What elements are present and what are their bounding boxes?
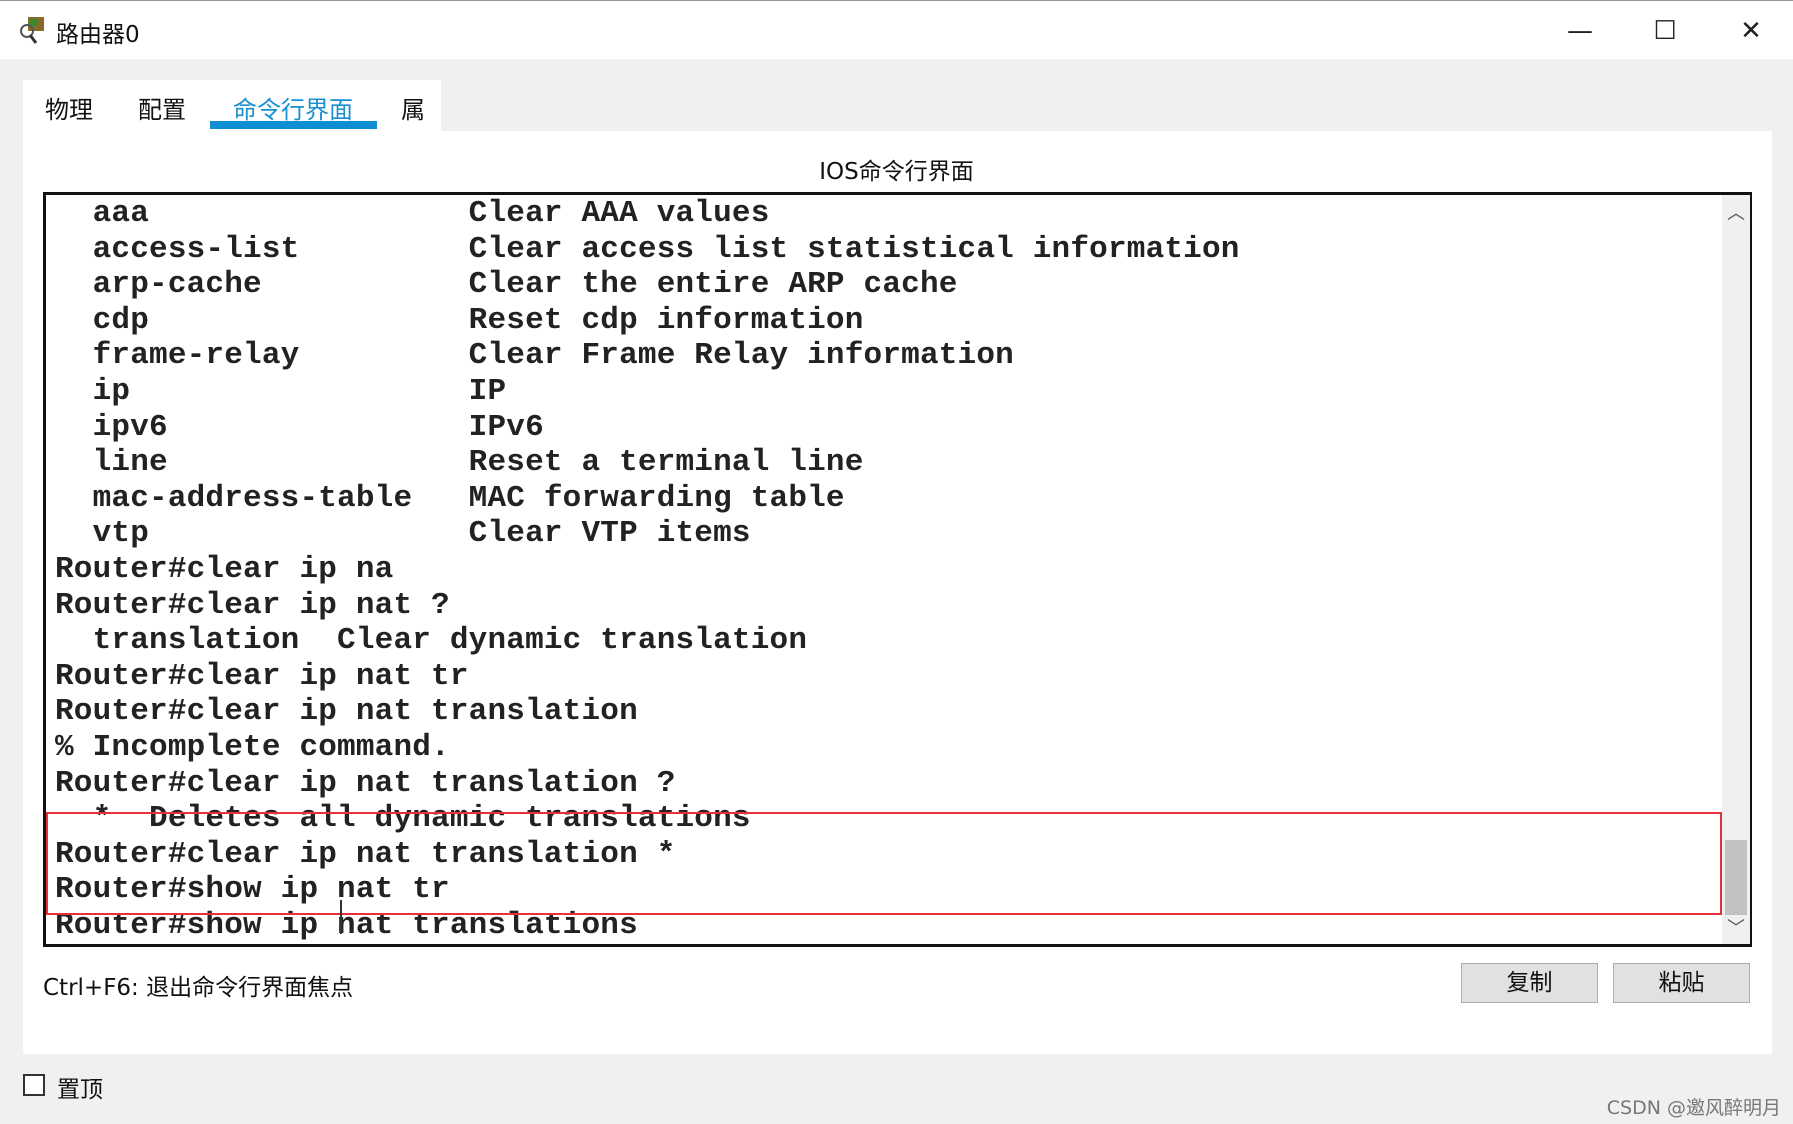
terminal-line: ipv6 IPv6 xyxy=(55,409,544,445)
terminal-line: mac-address-table MAC forwarding table xyxy=(55,480,845,516)
terminal-line: ip IP xyxy=(55,373,507,409)
watermark: CSDN @邀风醉明月 xyxy=(1606,1097,1781,1119)
terminal-line: Router# xyxy=(55,944,186,945)
terminal-line: Router#clear ip na xyxy=(55,551,394,587)
terminal-line: translation Clear dynamic translation xyxy=(55,623,808,659)
always-on-top-label: 置顶 xyxy=(57,1077,103,1103)
tab-config[interactable]: 配置 xyxy=(138,90,186,125)
section-title: IOS命令行界面 xyxy=(819,159,974,185)
maximize-button[interactable]: ☐ xyxy=(1645,13,1685,49)
terminal-line: aaa Clear AAA values xyxy=(55,196,770,231)
terminal-line: Router#clear ip nat translation ? xyxy=(55,765,676,801)
terminal-line: cdp Reset cdp information xyxy=(55,302,864,338)
tab-physical[interactable]: 物理 xyxy=(45,90,93,125)
copy-button[interactable]: 复制 xyxy=(1461,963,1598,1003)
terminal-line: % Incomplete command. xyxy=(55,729,450,765)
focus-hint: Ctrl+F6: 退出命令行界面焦点 xyxy=(43,975,354,1001)
window-title: 路由器0 xyxy=(56,22,140,48)
terminal-line: Router#clear ip nat tr xyxy=(55,658,469,694)
close-button[interactable]: ✕ xyxy=(1731,13,1771,49)
tab-cli[interactable]: 命令行界面 xyxy=(233,90,353,125)
always-on-top-checkbox[interactable] xyxy=(23,1074,45,1096)
scrollbar[interactable]: ︿ ﹀ xyxy=(1722,195,1750,944)
title-bar: 路由器0 — ☐ ✕ xyxy=(0,0,1793,59)
terminal-line: arp-cache Clear the entire ARP cache xyxy=(55,267,958,303)
active-tab-indicator xyxy=(210,121,377,129)
terminal-line: vtp Clear VTP items xyxy=(55,516,751,552)
scroll-down-icon[interactable]: ﹀ xyxy=(1722,914,1750,940)
router-icon xyxy=(20,17,44,44)
terminal-line: Router#clear ip nat translation xyxy=(55,694,638,730)
terminal-line: access-list Clear access list statistica… xyxy=(55,231,1240,267)
minimize-button[interactable]: — xyxy=(1560,13,1600,49)
text-cursor-icon xyxy=(340,900,343,934)
scroll-up-icon[interactable]: ︿ xyxy=(1722,199,1750,225)
paste-button[interactable]: 粘贴 xyxy=(1613,963,1750,1003)
terminal-line: line Reset a terminal line xyxy=(55,445,864,481)
highlight-box xyxy=(46,812,1722,915)
scroll-thumb[interactable] xyxy=(1725,840,1747,915)
terminal-line: frame-relay Clear Frame Relay informatio… xyxy=(55,338,1014,374)
terminal-line: Router#clear ip nat ? xyxy=(55,587,450,623)
